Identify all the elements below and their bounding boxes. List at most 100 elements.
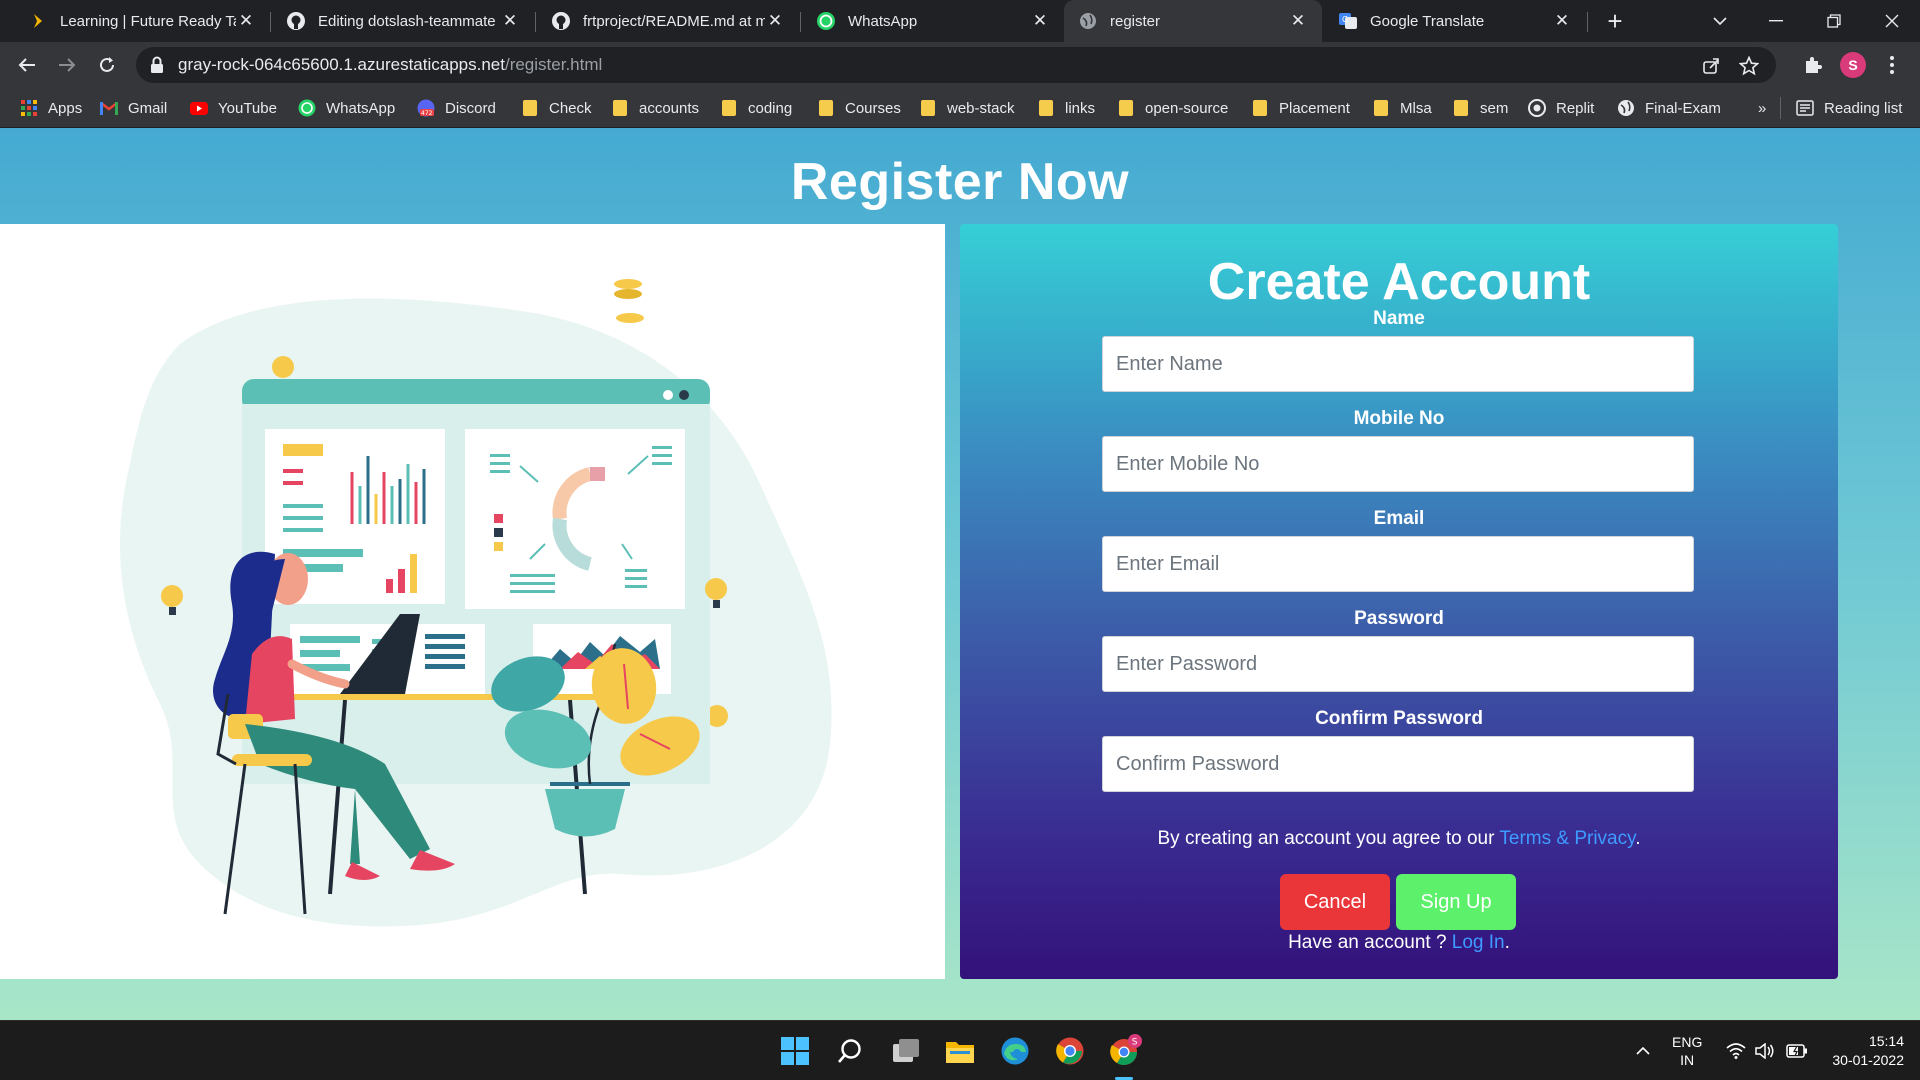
whatsapp-icon [816, 11, 836, 31]
reading-list-icon [1796, 99, 1814, 117]
search-icon[interactable] [830, 1031, 870, 1071]
clock-date: 30-01-2022 [1832, 1052, 1904, 1068]
bookmark-folder-coding[interactable]: coding [720, 97, 792, 119]
share-icon[interactable] [1700, 55, 1722, 77]
new-tab-button[interactable]: + [1600, 6, 1630, 36]
globe-icon [1078, 11, 1098, 31]
folder-icon [817, 99, 835, 117]
folder-icon [919, 99, 937, 117]
password-input[interactable] [1102, 636, 1694, 692]
tab-whatsapp[interactable]: WhatsApp ✕ [802, 0, 1064, 42]
confirm-password-input[interactable] [1102, 736, 1694, 792]
bookmark-apps[interactable]: Apps [20, 97, 82, 119]
bookmark-gmail[interactable]: Gmail [100, 97, 167, 119]
sign-up-button[interactable]: Sign Up [1396, 874, 1516, 930]
tab-search-button[interactable] [1692, 0, 1748, 42]
bookmark-folder-courses[interactable]: Courses [817, 97, 901, 119]
tab-editing-dotslash[interactable]: Editing dotslash-teammate ✕ [272, 0, 534, 42]
back-button[interactable] [11, 49, 43, 81]
reload-button[interactable] [91, 49, 123, 81]
close-icon[interactable]: ✕ [500, 11, 520, 31]
bookmark-label: web-stack [947, 99, 1015, 117]
bookmark-label: Discord [445, 99, 496, 117]
bookmark-folder-placement[interactable]: Placement [1251, 97, 1350, 119]
tab-divider [1587, 12, 1588, 32]
cancel-button[interactable]: Cancel [1280, 874, 1390, 930]
mobile-label: Mobile No [1353, 408, 1445, 429]
close-icon[interactable]: ✕ [1030, 11, 1050, 31]
mobile-input[interactable] [1102, 436, 1694, 492]
bookmark-final-exam[interactable]: Final-Exam [1617, 97, 1721, 119]
chrome-menu-icon[interactable] [1878, 51, 1906, 79]
google-translate-icon: G [1338, 11, 1358, 31]
bookmark-label: Mlsa [1400, 99, 1432, 117]
tab-register[interactable]: register ✕ [1064, 0, 1322, 42]
tab-frtproject-readme[interactable]: frtproject/README.md at m ✕ [537, 0, 799, 42]
bookmark-discord[interactable]: 472 Discord [417, 97, 496, 119]
clock-time: 15:14 [1868, 1033, 1904, 1049]
name-input[interactable] [1102, 336, 1694, 392]
chrome-profile-s-icon[interactable]: S [1106, 1031, 1146, 1071]
language-indicator[interactable]: ENG IN [1672, 1021, 1702, 1080]
email-input[interactable] [1102, 536, 1694, 592]
close-icon[interactable]: ✕ [236, 11, 256, 31]
minimize-button[interactable] [1748, 0, 1804, 42]
folder-icon [521, 99, 539, 117]
bookmark-folder-links[interactable]: links [1037, 97, 1095, 119]
show-hidden-icons-chevron-icon[interactable] [1636, 1021, 1650, 1080]
illustration-panel [0, 224, 945, 979]
url-domain: gray-rock-064c65600.1.azurestaticapps.ne… [178, 55, 505, 74]
tab-google-translate[interactable]: G Google Translate ✕ [1324, 0, 1586, 42]
terms-suffix: . [1635, 828, 1641, 849]
folder-icon [1037, 99, 1055, 117]
clock[interactable]: 15:14 30-01-2022 [1824, 1021, 1904, 1080]
bookmark-folder-sem[interactable]: sem [1452, 97, 1508, 119]
reading-list-button[interactable]: Reading list [1796, 97, 1902, 119]
tab-learning[interactable]: Learning | Future Ready Tale ✕ [14, 0, 270, 42]
close-window-button[interactable] [1864, 0, 1920, 42]
bookmarks-overflow-button[interactable]: » [1758, 97, 1766, 119]
volume-icon[interactable] [1755, 1021, 1775, 1080]
extensions-puzzle-icon[interactable] [1799, 51, 1827, 79]
windows-start-icon[interactable] [775, 1031, 815, 1071]
close-icon[interactable]: ✕ [1288, 11, 1308, 31]
edge-browser-icon[interactable] [995, 1031, 1035, 1071]
file-explorer-icon[interactable] [940, 1031, 980, 1071]
bookmark-folder-mlsa[interactable]: Mlsa [1372, 97, 1432, 119]
page-viewport: Register Now Create Account Name Enter N… [0, 128, 1920, 1020]
replit-icon [1528, 99, 1546, 117]
tab-strip: Learning | Future Ready Tale ✕ Editing d… [0, 0, 1920, 42]
restore-button[interactable] [1806, 0, 1862, 42]
bookmark-star-icon[interactable] [1738, 55, 1760, 77]
address-bar[interactable]: gray-rock-064c65600.1.azurestaticapps.ne… [136, 47, 1776, 83]
bookmark-folder-web-stack[interactable]: web-stack [919, 97, 1015, 119]
terms-privacy-link[interactable]: Terms & Privacy [1499, 828, 1635, 849]
github-icon [286, 11, 306, 31]
reading-list-label: Reading list [1824, 99, 1903, 117]
profile-avatar[interactable]: S [1839, 51, 1867, 79]
wifi-icon[interactable] [1726, 1021, 1746, 1080]
tab-title: frtproject/README.md at m [583, 12, 765, 30]
bookmark-folder-check[interactable]: Check [521, 97, 592, 119]
tab-title: register [1110, 12, 1161, 30]
whatsapp-icon [298, 99, 316, 117]
close-icon[interactable]: ✕ [1552, 11, 1572, 31]
log-in-link[interactable]: Log In [1452, 932, 1505, 953]
bookmark-replit[interactable]: Replit [1528, 97, 1594, 119]
discord-badge: 472 [421, 110, 433, 117]
browser-toolbar: gray-rock-064c65600.1.azurestaticapps.ne… [0, 42, 1920, 88]
bookmark-folder-open-source[interactable]: open-source [1117, 97, 1228, 119]
task-view-icon[interactable] [886, 1031, 926, 1071]
login-prompt: Have an account ? Log In. [960, 932, 1838, 954]
lock-icon[interactable] [150, 56, 168, 74]
url-text[interactable]: gray-rock-064c65600.1.azurestaticapps.ne… [178, 55, 602, 75]
forward-button[interactable] [51, 49, 83, 81]
bookmark-label: Gmail [128, 99, 168, 117]
battery-icon[interactable] [1786, 1021, 1808, 1080]
chrome-icon[interactable] [1050, 1031, 1090, 1071]
bookmark-youtube[interactable]: YouTube [190, 97, 277, 119]
bookmark-whatsapp[interactable]: WhatsApp [298, 97, 395, 119]
tab-title: Editing dotslash-teammate [318, 12, 496, 30]
close-icon[interactable]: ✕ [765, 11, 785, 31]
bookmark-folder-accounts[interactable]: accounts [611, 97, 699, 119]
